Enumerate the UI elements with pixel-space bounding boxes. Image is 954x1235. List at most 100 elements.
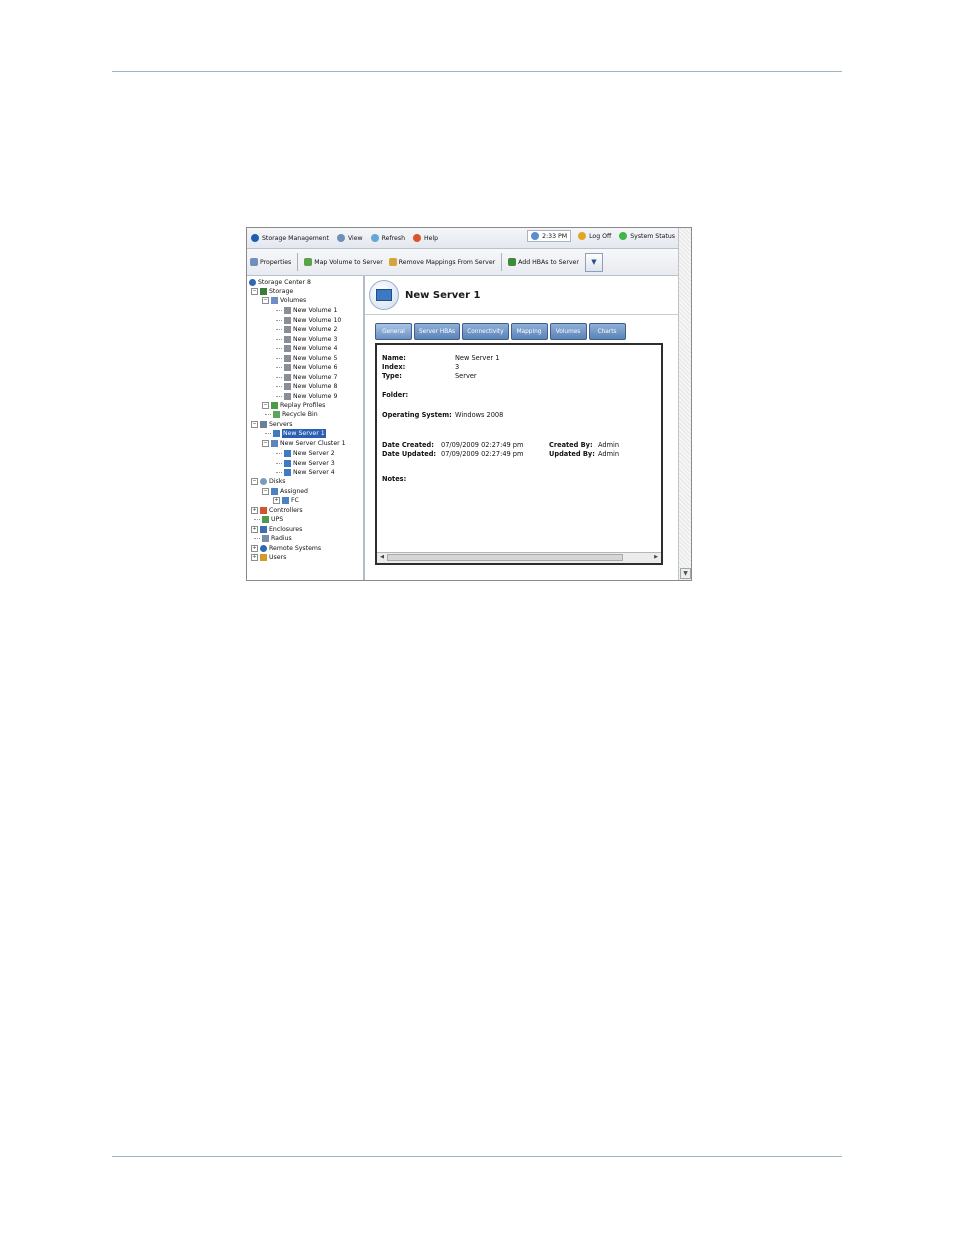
assigned-folder-icon (271, 488, 278, 495)
collapse-icon[interactable]: − (262, 488, 269, 495)
tree-disks[interactable]: − Disks (251, 477, 286, 486)
tree-cluster-server-item[interactable]: New Server 2 (276, 449, 335, 458)
tree-volumes[interactable]: − Volumes (262, 296, 306, 305)
expand-icon[interactable]: + (251, 507, 258, 514)
system-status-button[interactable]: System Status (619, 232, 675, 240)
tree-connector (276, 462, 282, 464)
tree-users[interactable]: + Users (251, 553, 286, 562)
users-icon (260, 554, 267, 561)
tree-ups[interactable]: UPS (254, 515, 283, 524)
logoff-button[interactable]: Log Off (578, 232, 611, 240)
menu-storage-management[interactable]: Storage Management (251, 234, 329, 242)
tree-controllers[interactable]: + Controllers (251, 506, 303, 515)
toolbar-dropdown-button[interactable]: ▼ (584, 252, 603, 272)
add-hbas-button[interactable]: Add HBAs to Server (508, 258, 579, 266)
collapse-icon[interactable]: − (251, 478, 258, 485)
collapse-icon[interactable]: − (262, 297, 269, 304)
vertical-scrollbar[interactable]: ▼ (678, 228, 691, 580)
collapse-icon[interactable]: − (251, 421, 258, 428)
properties-icon (250, 258, 258, 266)
detail-header: New Server 1 (365, 276, 679, 315)
tree-connector (265, 414, 271, 415)
tab-general[interactable]: General (375, 323, 412, 340)
tree-volume-item[interactable]: New Volume 4 (276, 344, 337, 353)
tab-server-hbas[interactable]: Server HBAs (414, 323, 461, 340)
tree-volume-item[interactable]: New Volume 9 (276, 392, 337, 401)
tree-disks-label: Disks (269, 478, 286, 485)
logoff-label: Log Off (589, 232, 612, 240)
tree-volume-item[interactable]: New Volume 6 (276, 363, 337, 372)
properties-button[interactable]: Properties (250, 258, 291, 266)
volume-icon (284, 383, 291, 390)
scroll-right-icon[interactable]: ▶ (652, 554, 660, 561)
recycle-bin-icon (273, 411, 280, 418)
tree-connector (254, 538, 260, 539)
name-value: New Server 1 (455, 354, 500, 362)
tree-storage[interactable]: − Storage (251, 287, 293, 296)
scroll-left-icon[interactable]: ◀ (378, 554, 386, 561)
tree-assigned[interactable]: − Assigned (262, 487, 308, 496)
tree-recycle-bin[interactable]: Recycle Bin (265, 410, 318, 419)
properties-label: Properties (260, 258, 292, 266)
collapse-icon[interactable]: − (262, 402, 269, 409)
tree-volume-item[interactable]: New Volume 2 (276, 325, 337, 334)
scroll-down-icon[interactable]: ▼ (680, 568, 691, 579)
scrollbar-thumb[interactable] (387, 554, 623, 561)
tree-volume-item[interactable]: New Volume 7 (276, 373, 337, 382)
tree-cluster-server-item[interactable]: New Server 3 (276, 459, 335, 468)
tree-cluster-server-item[interactable]: New Server 4 (276, 468, 335, 477)
tree-connector (276, 310, 282, 311)
menu-help[interactable]: Help (413, 234, 438, 242)
tree-root[interactable]: Storage Center 8 (249, 278, 311, 287)
tree-volume-item[interactable]: New Volume 8 (276, 382, 337, 391)
menu-view-label: View (347, 234, 363, 242)
add-hbas-icon (508, 258, 517, 266)
collapse-icon[interactable]: − (251, 288, 258, 295)
tree-connector (276, 319, 282, 321)
tree-volume-item-label: New Volume 4 (293, 345, 338, 352)
collapse-icon[interactable]: − (262, 440, 269, 447)
chevron-down-icon: ▼ (591, 258, 597, 266)
tree-remote-systems[interactable]: + Remote Systems (251, 544, 321, 553)
tree-cluster-server-item-label: New Server 2 (293, 450, 335, 457)
menu-view[interactable]: View (336, 234, 363, 242)
tree-server-selected-label: New Server 1 (282, 429, 326, 438)
tab-connectivity[interactable]: Connectivity (462, 323, 509, 340)
tab-bar: General Server HBAs Connectivity Mapping… (375, 323, 628, 340)
tree-replay-profiles[interactable]: − Replay Profiles (262, 401, 325, 410)
expand-icon[interactable]: + (273, 497, 280, 504)
name-label: Name: (382, 354, 406, 362)
menu-refresh[interactable]: Refresh (370, 234, 405, 242)
tree-volumes-label: Volumes (280, 297, 307, 304)
expand-icon[interactable]: + (251, 554, 258, 561)
clock-time: 2:33 PM (542, 232, 568, 240)
expand-icon[interactable]: + (251, 526, 258, 533)
tree-volume-item[interactable]: New Volume 3 (276, 335, 337, 344)
os-value: Windows 2008 (455, 411, 504, 419)
tree-volume-item[interactable]: New Volume 1 (276, 306, 337, 315)
tab-charts[interactable]: Charts (588, 323, 626, 340)
tree-servers[interactable]: − Servers (251, 420, 293, 429)
map-volume-button[interactable]: Map Volume to Server (304, 258, 383, 266)
expand-icon[interactable]: + (251, 545, 258, 552)
tree-radius[interactable]: Radius (254, 534, 292, 543)
tree-volume-item[interactable]: New Volume 5 (276, 354, 337, 363)
tree-server-cluster[interactable]: − New Server Cluster 1 (262, 439, 346, 448)
tree-fc[interactable]: + FC (273, 496, 299, 505)
horizontal-scrollbar[interactable]: ◀ ▶ (377, 552, 661, 563)
tree-volume-item-label: New Volume 8 (293, 383, 338, 390)
clock-icon (531, 232, 540, 240)
tree-enclosures[interactable]: + Enclosures (251, 525, 302, 534)
disks-icon (260, 478, 267, 485)
tree-enclosures-label: Enclosures (269, 526, 303, 533)
ups-icon (262, 516, 269, 523)
clock: 2:33 PM (527, 230, 572, 242)
tab-mapping[interactable]: Mapping (510, 323, 548, 340)
tab-volumes[interactable]: Volumes (549, 323, 587, 340)
remove-mappings-button[interactable]: Remove Mappings From Server (388, 258, 495, 266)
server-icon (284, 450, 291, 457)
tree-server-selected[interactable]: New Server 1 (265, 429, 326, 438)
tree-volume-item[interactable]: New Volume 10 (276, 316, 341, 325)
tree-connector (254, 519, 260, 520)
tree-connector (276, 338, 282, 340)
